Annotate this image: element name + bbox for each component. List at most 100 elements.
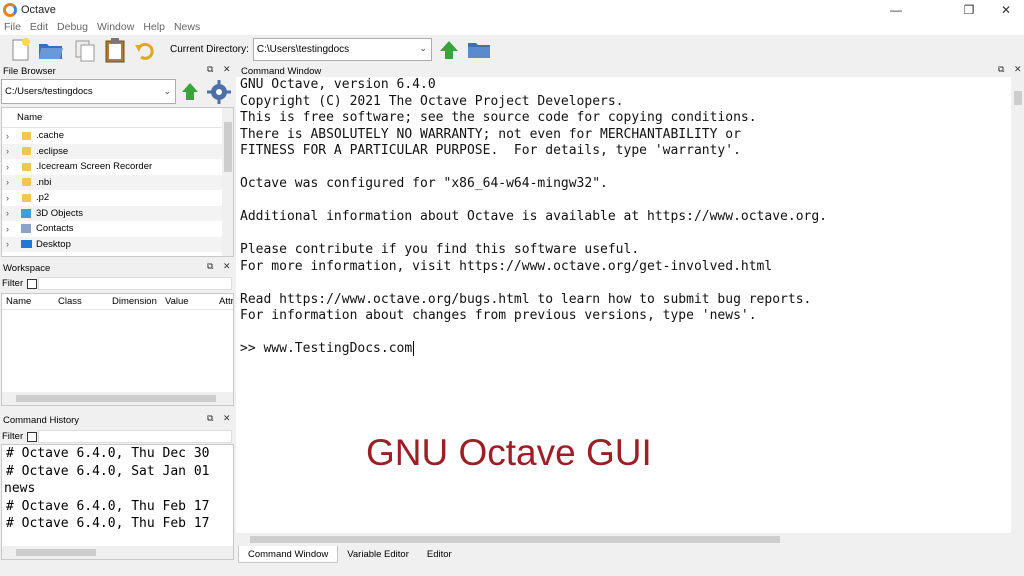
tree-item[interactable]: › Contacts (2, 221, 222, 237)
chevron-right-icon[interactable]: › (6, 131, 16, 141)
copy-icon (75, 40, 95, 61)
tree-item[interactable]: › 3D Objects (2, 205, 222, 221)
close-window-button[interactable]: ✕ (988, 0, 1024, 19)
chevron-right-icon[interactable]: › (6, 208, 16, 218)
chevron-down-icon: ⌄ (163, 86, 171, 96)
title-bar: Octave — ❐ ✕ (0, 0, 1024, 19)
restore-button[interactable]: ❐ (951, 0, 987, 19)
toolbar: Current Directory: C:\Users\testingdocs … (0, 35, 1024, 64)
up-arrow-icon (182, 83, 198, 100)
chevron-down-icon: ⌄ (419, 43, 427, 53)
scrollbar-thumb[interactable] (16, 549, 96, 556)
scrollbar-thumb[interactable] (16, 395, 216, 402)
overlay-caption: GNU Octave GUI (366, 432, 652, 473)
current-directory-combobox[interactable]: C:\Users\testingdocs ⌄ (252, 38, 432, 61)
tree-item[interactable]: › .nbi (2, 174, 222, 190)
menu-window[interactable]: Window (97, 21, 134, 33)
menu-debug[interactable]: Debug (57, 21, 88, 33)
console-line: Please contribute if you find this softw… (240, 242, 640, 257)
console-line: Additional information about Octave is a… (240, 209, 827, 224)
workspace-title-bar: Workspace ⧉ ✕ (0, 261, 236, 275)
folder-icon (22, 131, 31, 140)
ws-col-attr[interactable]: Attr (219, 296, 233, 307)
file-browser-path: C:/Users/testingdocs (5, 86, 93, 97)
undo-button[interactable] (132, 37, 158, 63)
minimize-button[interactable]: — (878, 0, 914, 19)
tree-item[interactable]: › .eclipse (2, 143, 222, 159)
workspace-hscrollbar[interactable] (2, 392, 233, 405)
folder-icon (22, 193, 31, 202)
chevron-right-icon[interactable]: › (6, 224, 16, 234)
folder-icon (22, 162, 31, 171)
history-filter-checkbox[interactable] (27, 431, 38, 442)
chevron-right-icon[interactable]: › (6, 177, 16, 187)
ws-col-value[interactable]: Value (165, 296, 189, 307)
close-panel-icon[interactable]: ✕ (223, 413, 231, 424)
console-hscrollbar[interactable] (236, 533, 1024, 546)
clipboard-icon (105, 37, 125, 62)
file-browser-title: File Browser (3, 65, 56, 77)
console-line: There is ABSOLUTELY NO WARRANTY; not eve… (240, 126, 741, 142)
command-window-console[interactable]: GNU Octave, version 6.4.0 Copyright (C) … (236, 77, 1024, 546)
close-panel-icon[interactable]: ✕ (1014, 64, 1022, 75)
file-browser-path-combobox[interactable]: C:/Users/testingdocs ⌄ (1, 79, 176, 104)
file-tree-column-name[interactable]: Name (2, 108, 222, 128)
open-file-button[interactable] (38, 37, 64, 63)
copy-button[interactable] (72, 37, 98, 63)
undock-icon[interactable]: ⧉ (207, 261, 213, 272)
menu-file[interactable]: File (4, 21, 21, 33)
console-prompt-line[interactable]: >> www.TestingDocs.com (240, 341, 423, 356)
close-panel-icon[interactable]: ✕ (223, 261, 231, 272)
workspace-filter-input[interactable] (38, 277, 232, 290)
undock-icon[interactable]: ⧉ (998, 64, 1004, 75)
workspace-filter: Filter (0, 276, 38, 291)
console-vscrollbar[interactable] (1011, 77, 1024, 533)
tree-item[interactable]: › .cache (2, 128, 222, 144)
close-panel-icon[interactable]: ✕ (223, 64, 231, 75)
tab-editor[interactable]: Editor (417, 546, 461, 563)
parent-directory-button[interactable] (436, 37, 462, 63)
history-entry[interactable]: # Octave 6.4.0, Sat Jan 01 (6, 464, 210, 479)
menu-news[interactable]: News (174, 21, 200, 33)
scrollbar-thumb[interactable] (224, 122, 232, 172)
history-filter-input[interactable] (38, 430, 232, 443)
chevron-right-icon[interactable]: › (6, 146, 16, 156)
ws-col-name[interactable]: Name (6, 296, 31, 307)
folder-icon (467, 42, 490, 58)
scrollbar-thumb[interactable] (250, 536, 780, 543)
paste-button[interactable] (102, 37, 128, 63)
tree-item[interactable]: › .Icecream Screen Recorder (2, 159, 222, 175)
menu-edit[interactable]: Edit (30, 21, 48, 33)
tab-command-window[interactable]: Command Window (238, 546, 339, 563)
console-line: Copyright (C) 2021 The Octave Project De… (240, 93, 624, 109)
file-browser-settings-button[interactable] (206, 79, 232, 105)
ws-col-dimension[interactable]: Dimension (112, 296, 157, 307)
history-entry[interactable]: # Octave 6.4.0, Thu Feb 17 (6, 499, 210, 514)
menu-help[interactable]: Help (143, 21, 165, 33)
new-script-button[interactable] (8, 37, 34, 63)
workspace-title: Workspace (3, 262, 51, 274)
file-tree-scrollbar[interactable] (222, 108, 233, 256)
history-entry[interactable]: # Octave 6.4.0, Thu Feb 17 (6, 516, 210, 531)
console-line: For information about changes from previ… (240, 308, 757, 323)
ws-col-class[interactable]: Class (58, 296, 82, 307)
tab-variable-editor[interactable]: Variable Editor (338, 546, 418, 563)
chevron-right-icon[interactable]: › (6, 193, 16, 203)
undock-icon[interactable]: ⧉ (207, 64, 213, 75)
history-entry[interactable]: news (4, 481, 35, 496)
history-hscrollbar[interactable] (2, 546, 233, 559)
file-browser-up-button[interactable] (179, 80, 201, 104)
tree-item[interactable]: › Desktop (2, 236, 222, 252)
browse-directories-button[interactable] (466, 37, 492, 63)
scrollbar-thumb[interactable] (1014, 91, 1022, 105)
chevron-right-icon[interactable]: › (6, 239, 16, 249)
current-directory-value: C:\Users\testingdocs (256, 44, 350, 55)
undo-icon (135, 42, 154, 60)
chevron-right-icon[interactable]: › (6, 162, 16, 172)
workspace-filter-checkbox[interactable] (27, 278, 38, 289)
undock-icon[interactable]: ⧉ (207, 413, 213, 424)
workspace-table: Name Class Dimension Value Attr (1, 293, 234, 406)
tree-item[interactable]: › .p2 (2, 190, 222, 206)
history-entry[interactable]: # Octave 6.4.0, Thu Dec 30 (6, 446, 210, 461)
console-line: GNU Octave, version 6.4.0 (240, 77, 436, 92)
